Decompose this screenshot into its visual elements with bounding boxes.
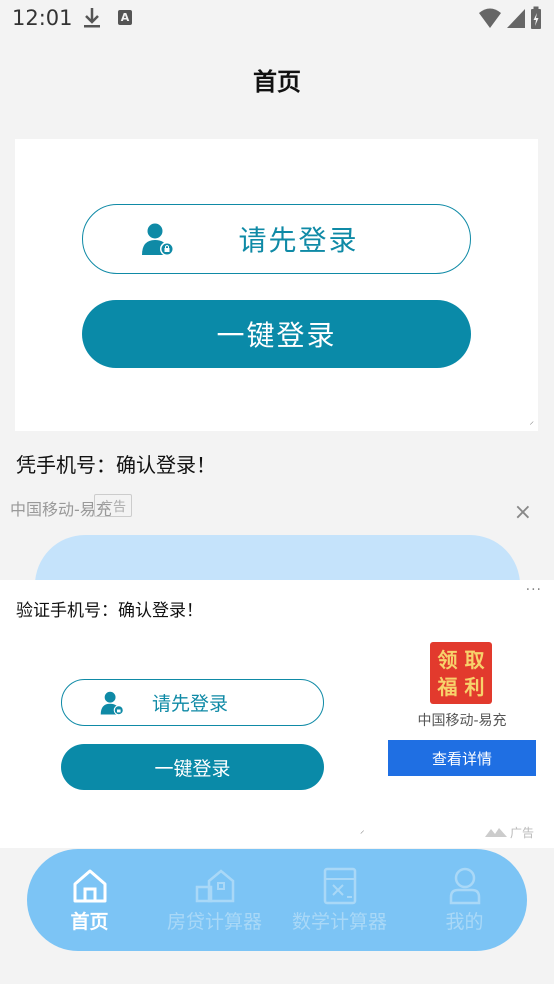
- please-login-button[interactable]: 请先登录: [82, 204, 471, 274]
- calculator-icon: [322, 867, 358, 905]
- ad-message: 验证手机号：确认登录！: [16, 601, 203, 621]
- signal-icon: [506, 7, 526, 33]
- confirm-text: 凭手机号：确认登录！: [16, 453, 216, 477]
- ad-tag: 广告: [94, 494, 133, 517]
- one-click-login-button[interactable]: 一键登录: [82, 300, 471, 368]
- ad-one-click-login-button[interactable]: 一键登录: [61, 744, 324, 790]
- close-icon[interactable]: ×: [514, 500, 532, 525]
- battery-icon: [530, 6, 542, 34]
- tab-profile[interactable]: 我的: [402, 849, 527, 951]
- advertiser-name: 中国移动-易充: [417, 713, 507, 729]
- user-lock-icon: [141, 221, 177, 261]
- please-login-label: 请先登录: [238, 224, 359, 257]
- ad-footer: 广告: [484, 824, 534, 841]
- ad-please-login-label: 请先登录: [152, 693, 229, 715]
- more-icon[interactable]: ···: [526, 582, 542, 598]
- home-icon: [71, 867, 109, 905]
- ad-logo-icon: [484, 826, 507, 840]
- ad-footer-tag: 广告: [509, 826, 534, 840]
- tab-mortgage-label: 房贷计算器: [166, 911, 262, 933]
- a-notification-icon: A: [118, 10, 132, 25]
- tab-home[interactable]: 首页: [27, 849, 152, 951]
- status-bar: 12:01 A: [0, 0, 554, 38]
- view-details-button[interactable]: 查看详情: [388, 740, 536, 776]
- badge-char: 取: [464, 647, 485, 672]
- ad-please-login-button[interactable]: 请先登录: [61, 679, 324, 726]
- user-lock-icon: [100, 690, 126, 720]
- ad-overlay: ··· 验证手机号：确认登录！ 请先登录 一键登录 ⸝ 领 取 福 利 中国移动…: [0, 580, 554, 848]
- status-time: 12:01: [12, 6, 73, 30]
- badge-char: 利: [464, 674, 485, 699]
- resize-mark: ⸝: [529, 417, 534, 427]
- ad-banner-image[interactable]: [35, 535, 520, 580]
- tab-home-label: 首页: [70, 911, 109, 933]
- download-icon: [82, 6, 102, 34]
- badge-char: 福: [437, 674, 458, 699]
- ad-band: 中国移动-易充 广告 ×: [0, 490, 554, 580]
- page-title: 首页: [253, 68, 301, 96]
- tab-profile-label: 我的: [445, 911, 484, 933]
- tab-math-label: 数学计算器: [291, 911, 387, 933]
- resize-mark: ⸝: [360, 826, 365, 836]
- house-calculator-icon: [195, 867, 235, 905]
- login-card: 请先登录 一键登录 ⸝: [15, 139, 538, 431]
- wifi-icon: [478, 7, 502, 33]
- user-icon: [448, 867, 482, 905]
- gift-badge-icon[interactable]: 领 取 福 利: [430, 642, 492, 704]
- tab-mortgage-calculator[interactable]: 房贷计算器: [152, 849, 277, 951]
- bottom-tab-bar: 首页 房贷计算器 数学计算器 我的: [27, 849, 527, 951]
- tab-math-calculator[interactable]: 数学计算器: [277, 849, 402, 951]
- badge-char: 领: [437, 647, 458, 672]
- status-right-icons: [478, 6, 542, 34]
